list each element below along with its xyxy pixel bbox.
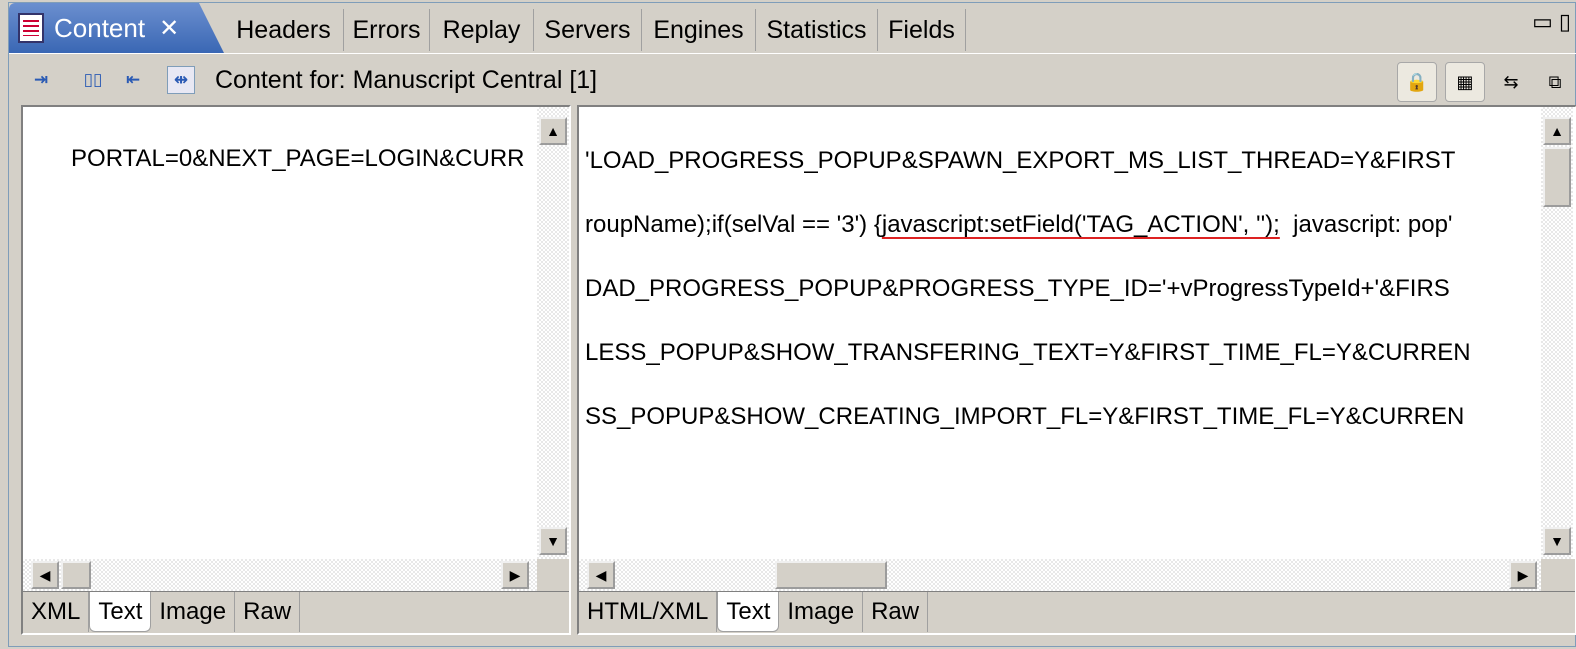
response-text-area[interactable]: 'LOAD_PROGRESS_POPUP&SPAWN_EXPORT_MS_LIS… — [579, 107, 1541, 557]
right-tab-html-xml-label: HTML/XML — [587, 598, 709, 625]
tab-headers[interactable]: Headers — [224, 9, 344, 51]
tab-content-label: Content — [54, 12, 146, 43]
window-controls: ▭▯ — [1532, 9, 1576, 35]
export-icon[interactable]: ⇆ — [1491, 62, 1531, 102]
response-line-2-start: roupName);if(selVal == '3') { — [585, 211, 882, 238]
scroll-up-icon[interactable]: ▲ — [1543, 117, 1571, 145]
request-text-area[interactable]: PORTAL=0&NEXT_PAGE=LOGIN&CURR — [23, 107, 531, 557]
right-tab-text[interactable]: Text — [717, 592, 780, 632]
response-line-2: roupName);if(selVal == '3') {javascript:… — [585, 211, 1453, 239]
spellcheck-flagged-text: javascript:setField('TAG_ACTION', ''); — [881, 211, 1280, 238]
content-title: Content for: Manuscript Central [1] — [215, 66, 598, 94]
copy-icon[interactable]: ⧉ — [1535, 62, 1575, 102]
right-tab-image[interactable]: Image — [779, 592, 864, 632]
left-tab-image[interactable]: Image — [151, 592, 236, 632]
format-icon[interactable]: ▦ — [1445, 62, 1485, 102]
scroll-down-icon[interactable]: ▼ — [539, 527, 567, 555]
scroll-right-icon[interactable]: ▶ — [501, 561, 529, 589]
scroll-left-icon[interactable]: ◀ — [31, 561, 59, 589]
tab-headers-label: Headers — [236, 15, 331, 44]
response-line-5: SS_POPUP&SHOW_CREATING_IMPORT_FL=Y&FIRST… — [585, 403, 1465, 430]
close-icon[interactable]: ✕ — [159, 14, 179, 43]
left-tab-image-label: Image — [159, 598, 227, 625]
tab-errors[interactable]: Errors — [344, 9, 430, 51]
tab-servers[interactable]: Servers — [534, 9, 642, 51]
scroll-right-icon[interactable]: ▶ — [1509, 561, 1537, 589]
right-tab-raw-label: Raw — [871, 598, 920, 625]
scroll-corner — [537, 559, 569, 591]
left-tab-xml-label: XML — [31, 598, 81, 625]
left-tab-xml[interactable]: XML — [23, 592, 90, 632]
right-vertical-scrollbar[interactable]: ▲ ▼ — [1541, 107, 1573, 559]
lock-icon[interactable]: 🔒 — [1397, 62, 1437, 102]
tab-content[interactable]: Content ✕ — [9, 3, 224, 53]
maximize-icon[interactable]: ▯ — [1559, 9, 1576, 34]
tab-statistics-label: Statistics — [766, 15, 867, 44]
left-vertical-scrollbar[interactable]: ▲ ▼ — [537, 107, 569, 559]
minimize-icon[interactable]: ▭ — [1532, 9, 1559, 34]
split-columns-icon[interactable]: ▯▯ — [79, 66, 107, 94]
tab-replay-label: Replay — [442, 15, 521, 44]
right-format-tabs: HTML/XML Text Image Raw — [579, 591, 1575, 633]
right-tab-text-label: Text — [726, 597, 771, 625]
right-vscroll-thumb[interactable] — [1543, 147, 1571, 207]
response-line-1: 'LOAD_PROGRESS_POPUP&SPAWN_EXPORT_MS_LIS… — [585, 147, 1456, 174]
right-scroll-thumb[interactable] — [775, 561, 887, 589]
tab-engines[interactable]: Engines — [642, 9, 756, 51]
tab-fields-label: Fields — [888, 15, 955, 44]
right-tab-raw[interactable]: Raw — [863, 592, 929, 632]
scroll-down-icon[interactable]: ▼ — [1543, 527, 1571, 555]
left-tab-raw-label: Raw — [243, 598, 292, 625]
left-format-tabs: XML Text Image Raw — [23, 591, 569, 633]
content-view: Content ✕ Headers Errors Replay Servers … — [8, 2, 1576, 647]
tab-servers-label: Servers — [544, 15, 631, 44]
left-tab-text-label: Text — [98, 597, 143, 625]
tab-engines-label: Engines — [653, 15, 744, 44]
response-content-panel: 'LOAD_PROGRESS_POPUP&SPAWN_EXPORT_MS_LIS… — [577, 105, 1576, 635]
view-tab-bar: Content ✕ Headers Errors Replay Servers … — [9, 3, 1576, 53]
left-tab-text[interactable]: Text — [89, 592, 152, 632]
tab-statistics[interactable]: Statistics — [756, 9, 878, 51]
request-text: PORTAL=0&NEXT_PAGE=LOGIN&CURR — [71, 145, 525, 172]
response-line-4: LESS_POPUP&SHOW_TRANSFERING_TEXT=Y&FIRST… — [585, 339, 1471, 366]
right-tab-image-label: Image — [787, 598, 855, 625]
content-toolbar: ⇥ ▯▯ ⇤ ⇹ Content for: Manuscript Central… — [9, 53, 1576, 103]
request-content-panel: PORTAL=0&NEXT_PAGE=LOGIN&CURR ▲ ▼ ◀ ▶ XM… — [21, 105, 571, 635]
scroll-corner — [1541, 559, 1575, 591]
scroll-left-icon[interactable]: ◀ — [587, 561, 615, 589]
scroll-up-icon[interactable]: ▲ — [539, 117, 567, 145]
document-icon — [18, 13, 44, 43]
tab-fields[interactable]: Fields — [878, 9, 966, 51]
right-horizontal-scrollbar[interactable]: ◀ ▶ — [579, 559, 1541, 591]
sync-scroll-icon[interactable]: ⇹ — [167, 66, 195, 94]
tab-replay[interactable]: Replay — [430, 9, 534, 51]
tab-errors-label: Errors — [352, 15, 421, 44]
response-line-3: DAD_PROGRESS_POPUP&PROGRESS_TYPE_ID='+vP… — [585, 275, 1450, 302]
align-right-icon[interactable]: ⇥ — [27, 66, 55, 94]
left-tab-raw[interactable]: Raw — [235, 592, 301, 632]
align-left-icon[interactable]: ⇤ — [119, 66, 147, 94]
left-horizontal-scrollbar[interactable]: ◀ ▶ — [23, 559, 537, 591]
response-line-2-end: javascript: pop' — [1279, 211, 1453, 238]
right-tab-html-xml[interactable]: HTML/XML — [579, 592, 718, 632]
left-scroll-thumb[interactable] — [61, 561, 91, 589]
